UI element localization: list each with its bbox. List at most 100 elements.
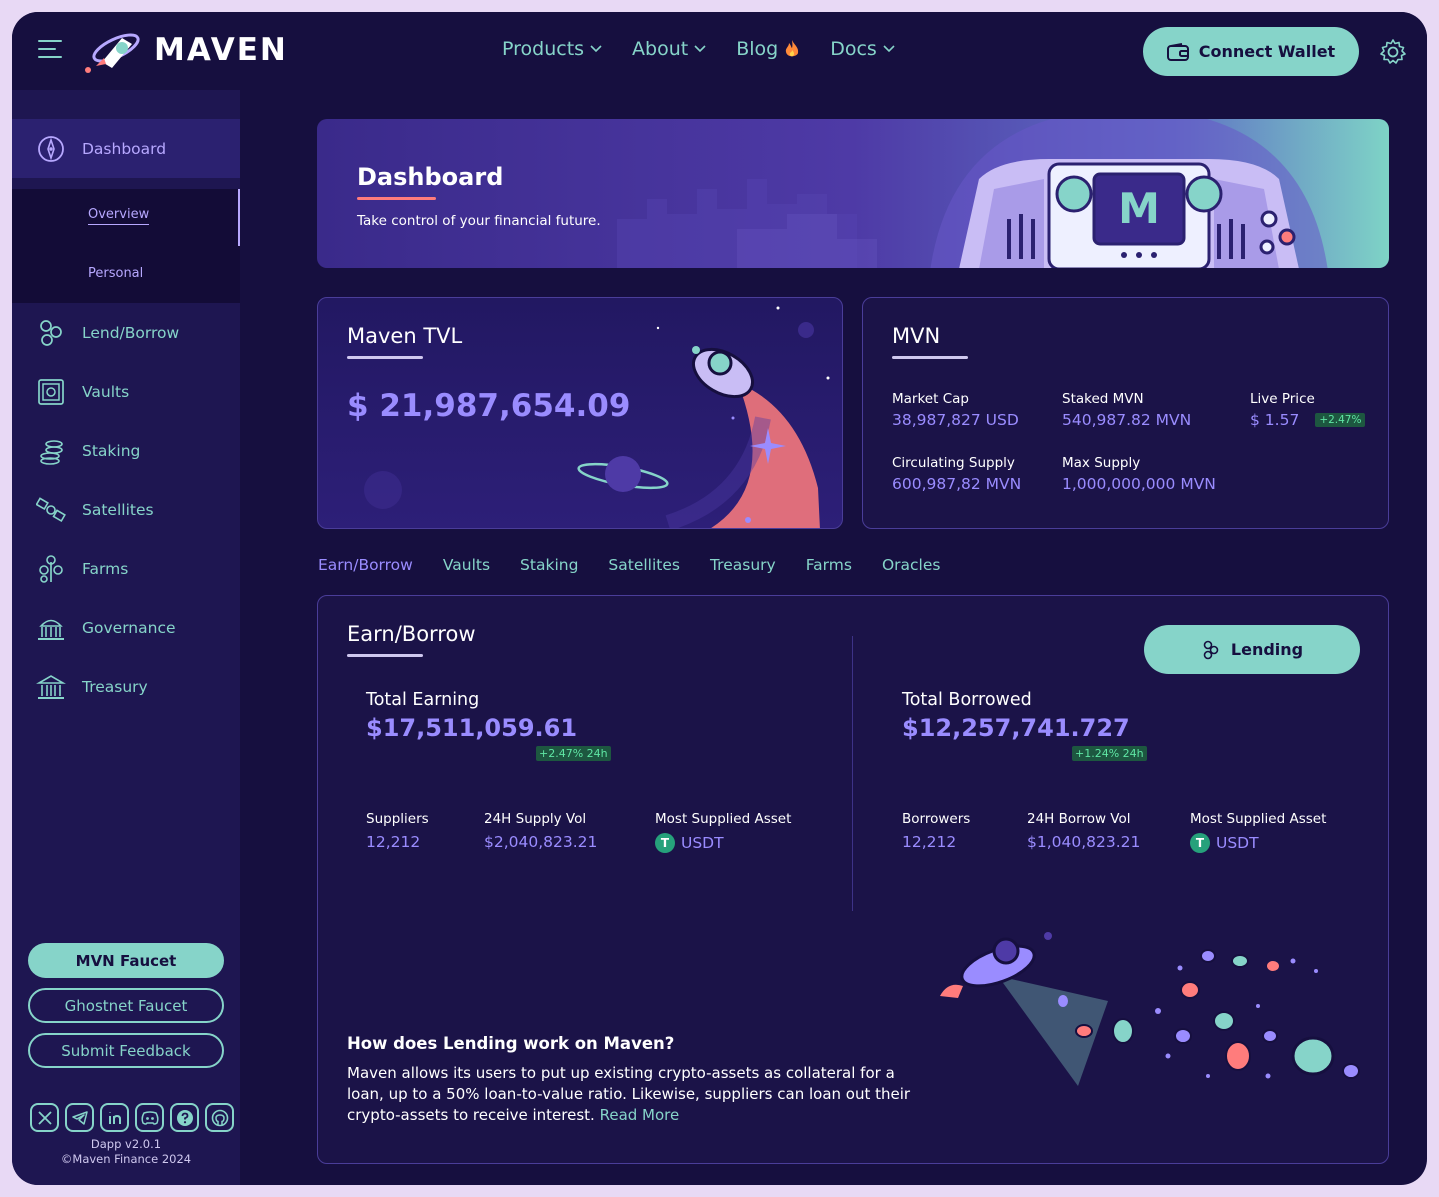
page-subtitle: Take control of your financial future. — [357, 213, 601, 229]
tab-treasury[interactable]: Treasury — [710, 556, 776, 574]
nav-products[interactable]: Products — [502, 38, 602, 60]
circulating-supply-stat: Circulating Supply 600,987,82 MVN — [892, 455, 1021, 493]
ufo-coins-illustration — [940, 932, 1360, 1086]
read-more-link[interactable]: Read More — [600, 1106, 680, 1124]
sidebar-item-label: Lend/Borrow — [82, 323, 180, 342]
linkedin-icon[interactable] — [100, 1103, 129, 1132]
tab-staking[interactable]: Staking — [520, 556, 578, 574]
help-icon[interactable] — [170, 1103, 199, 1132]
lending-label: Lending — [1230, 640, 1304, 659]
sidebar-item-dashboard[interactable]: Dashboard — [12, 119, 240, 178]
copyright-text: ©Maven Finance 2024 — [60, 1152, 192, 1166]
asset-name: USDT — [681, 834, 724, 852]
nav-label: Blog — [736, 38, 779, 60]
telegram-icon[interactable] — [65, 1103, 94, 1132]
nav-blog[interactable]: Blog — [736, 38, 800, 60]
total-borrowed-value: $12,257,741.727 — [902, 714, 1130, 742]
section-tabs: Earn/Borrow Vaults Staking Satellites Tr… — [318, 556, 970, 574]
tab-oracles[interactable]: Oracles — [882, 556, 941, 574]
most-supplied-borrow-stat: Most Supplied Asset T USDT — [1190, 811, 1326, 853]
sidebar-item-staking[interactable]: Staking — [12, 421, 240, 480]
suppliers-stat: Suppliers 12,212 — [366, 811, 429, 851]
tab-farms[interactable]: Farms — [806, 556, 852, 574]
tab-satellites[interactable]: Satellites — [608, 556, 680, 574]
sidebar-item-treasury[interactable]: Treasury — [12, 657, 240, 716]
stat-label: Suppliers — [366, 811, 429, 827]
github-icon[interactable] — [205, 1103, 234, 1132]
logo-text[interactable]: MAVEN — [154, 32, 288, 68]
sidebar-item-label: Satellites — [82, 500, 154, 519]
earning-change-badge: +2.47% 24h — [536, 746, 611, 761]
maven-logo-icon[interactable] — [82, 26, 144, 76]
page-title: Dashboard — [357, 163, 504, 191]
stat-value: 38,987,827 USD — [892, 411, 1019, 429]
stat-value: 600,987,82 MVN — [892, 475, 1022, 493]
sidebar-item-vaults[interactable]: Vaults — [12, 362, 240, 421]
discord-icon[interactable] — [135, 1103, 164, 1132]
sidebar-item-satellites[interactable]: Satellites — [12, 480, 240, 539]
ghostnet-faucet-button[interactable]: Ghostnet Faucet — [28, 988, 224, 1023]
sidebar-item-label: Dashboard — [82, 139, 167, 158]
stack-icon — [40, 439, 63, 465]
sidebar-item-governance[interactable]: Governance — [12, 598, 240, 657]
stat-value: $1,040,823.21 — [1027, 833, 1141, 851]
submenu-personal[interactable]: Personal — [88, 266, 143, 281]
chevron-down-icon — [590, 45, 602, 53]
gear-icon[interactable] — [1379, 38, 1407, 66]
live-price-stat: Live Price $ 1.57 +2.47% — [1250, 391, 1366, 429]
stat-value: 12,212 — [366, 833, 421, 851]
nav-label: Products — [502, 38, 585, 60]
faq-title: How does Lending work on Maven? — [347, 1034, 675, 1053]
stat-value: $ 1.57 +2.47% — [1250, 411, 1366, 429]
tab-earn-borrow[interactable]: Earn/Borrow — [318, 556, 413, 574]
coins-icon — [40, 319, 62, 346]
lending-button[interactable]: Lending — [1144, 625, 1360, 674]
stat-value: T USDT — [1190, 833, 1326, 853]
borrowed-change-badge: +1.24% 24h — [1072, 746, 1147, 761]
satellite-icon — [36, 496, 66, 522]
sidebar-item-label: Farms — [82, 559, 129, 578]
nav-label: Docs — [830, 38, 877, 60]
x-icon[interactable] — [30, 1103, 59, 1132]
faq-body: Maven allows its users to put up existin… — [347, 1063, 922, 1126]
connect-wallet-button[interactable]: Connect Wallet — [1143, 27, 1359, 76]
sidebar-item-farms[interactable]: Farms — [12, 539, 240, 598]
stat-label: Most Supplied Asset — [655, 811, 792, 827]
stat-value: 540,987.82 MVN — [1062, 411, 1192, 429]
total-borrowed-label: Total Borrowed — [902, 690, 1032, 710]
connect-wallet-label: Connect Wallet — [1198, 42, 1336, 61]
stat-value: 1,000,000,000 MVN — [1062, 475, 1216, 493]
nav-docs[interactable]: Docs — [830, 38, 895, 60]
stat-label: Most Supplied Asset — [1190, 811, 1327, 827]
sidebar-item-label: Staking — [82, 441, 141, 460]
dashboard-hero-banner: Dashboard Take control of your financial… — [317, 119, 1389, 268]
submenu-overview[interactable]: Overview — [88, 207, 150, 225]
panel-title: Earn/Borrow — [347, 622, 476, 646]
menu-toggle-icon[interactable] — [38, 40, 62, 60]
borrowers-stat: Borrowers 12,212 — [902, 811, 970, 851]
title-underline — [347, 356, 423, 359]
wallet-icon — [1166, 42, 1189, 61]
stat-label: Live Price — [1250, 391, 1315, 407]
active-marker — [238, 189, 240, 246]
app-frame: MAVEN Products About Blog Docs Connect W… — [12, 12, 1427, 1185]
sidebar-item-label: Treasury — [82, 677, 148, 696]
stat-value: 12,212 — [902, 833, 957, 851]
submit-feedback-button[interactable]: Submit Feedback — [28, 1033, 224, 1068]
farm-icon — [39, 554, 63, 583]
price-value: $ 1.57 — [1250, 411, 1300, 429]
tab-vaults[interactable]: Vaults — [443, 556, 490, 574]
stat-value: $2,040,823.21 — [484, 833, 598, 851]
nav-about[interactable]: About — [632, 38, 706, 60]
mvn-token-card: MVN Market Cap 38,987,827 USD Staked MVN… — [862, 297, 1389, 529]
fire-icon — [786, 40, 799, 57]
mvn-faucet-button[interactable]: MVN Faucet — [28, 943, 224, 978]
stat-value: T USDT — [655, 833, 791, 853]
tvl-value: $ 21,987,654.09 — [347, 388, 631, 424]
coins-icon — [1203, 640, 1219, 659]
title-underline — [347, 654, 423, 657]
vault-icon — [38, 378, 64, 405]
max-supply-stat: Max Supply 1,000,000,000 MVN — [1062, 455, 1216, 493]
title-underline — [357, 197, 436, 200]
sidebar-item-lend-borrow[interactable]: Lend/Borrow — [12, 303, 240, 362]
